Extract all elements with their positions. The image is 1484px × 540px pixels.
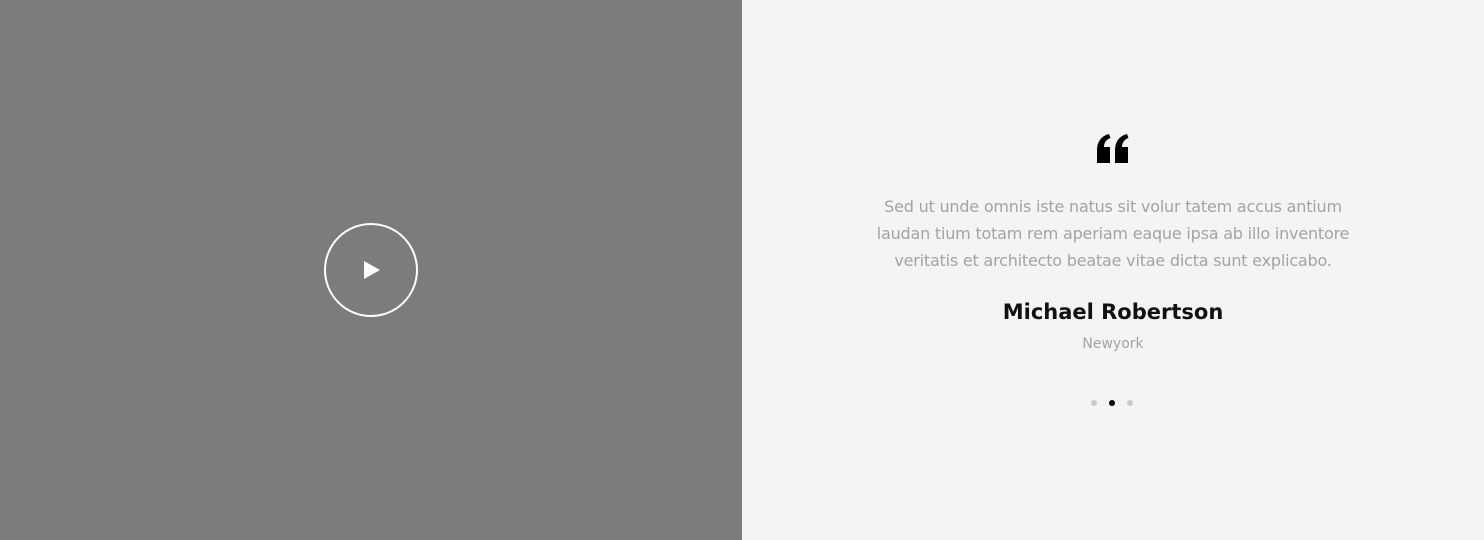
testimonial-panel: Sed ut unde omnis iste natus sit volur t… (742, 0, 1484, 540)
play-button[interactable] (324, 223, 418, 317)
pagination-dot-3[interactable] (1127, 400, 1133, 406)
testimonial-text: Sed ut unde omnis iste natus sit volur t… (876, 197, 1350, 270)
author-location: Newyork (1082, 336, 1144, 352)
carousel-pagination (1091, 400, 1133, 406)
play-icon (364, 261, 380, 279)
quote-icon (1097, 134, 1129, 163)
testimonial-section: Sed ut unde omnis iste natus sit volur t… (0, 0, 1484, 540)
video-panel (0, 0, 742, 540)
pagination-dot-2[interactable] (1109, 400, 1115, 406)
pagination-dot-1[interactable] (1091, 400, 1097, 406)
author-name: Michael Robertson (1002, 300, 1224, 324)
